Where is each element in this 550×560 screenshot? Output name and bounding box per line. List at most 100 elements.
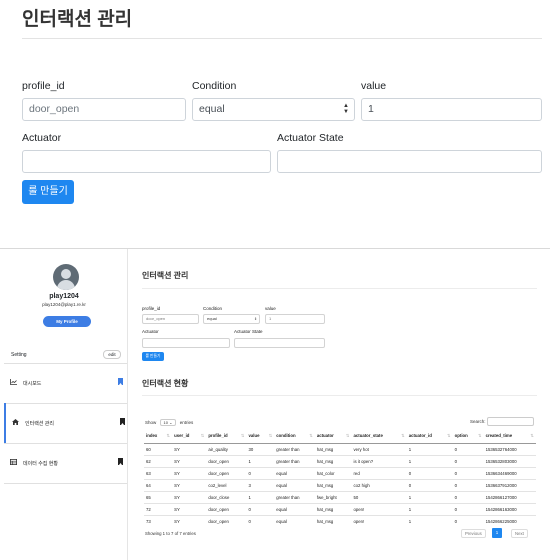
table-row[interactable]: 65 SY door_close 1 greater than fwe_bright 50 1… <box>144 490 536 503</box>
column-header[interactable]: option ⇅ <box>452 430 484 444</box>
bookmark-icon[interactable] <box>118 378 123 385</box>
column-header-label: actuator_id <box>408 433 432 439</box>
table-cell: SY <box>172 490 207 503</box>
table-cell: 72 <box>144 502 173 515</box>
title-divider <box>22 38 542 39</box>
table-cell: 0 <box>452 442 484 455</box>
m-profile-id-input[interactable]: door_open <box>142 314 199 324</box>
create-rule-button[interactable]: 룰 만들기 <box>22 180 74 204</box>
table-cell: 0 <box>246 466 275 479</box>
column-header[interactable]: condition ⇅ <box>274 430 315 444</box>
column-header-label: actuator_state <box>353 433 383 439</box>
table-icon <box>10 459 17 467</box>
table-cell: 73 <box>144 514 173 527</box>
table-cell: 0 <box>452 514 484 527</box>
sidebar-item-interaction[interactable]: 인터랙션 관리 <box>4 403 128 443</box>
table-cell: door_open <box>206 514 247 527</box>
column-header-label: created_time <box>485 433 513 439</box>
sidebar-item-dashboard[interactable]: 대시보드 <box>4 363 128 403</box>
page-title: 인터랙션 관리 <box>22 9 133 30</box>
table-cell: 0 <box>452 478 484 491</box>
sidebar-item-label: 데이터 수집 현황 <box>23 461 58 467</box>
table-cell: co2 high <box>351 478 407 491</box>
avatar-head-icon <box>61 269 71 279</box>
bookmark-icon[interactable] <box>118 458 123 465</box>
table-row[interactable]: 73 SY door_open 0 equal hat_msg open! 1 0 1542866… <box>144 514 536 527</box>
column-header-label: profile_id <box>208 433 228 439</box>
table-row[interactable]: 60 SY air_quality 30 greater than hat_msg very… <box>144 442 536 455</box>
column-header[interactable]: created_time ⇅ <box>483 430 536 444</box>
my-profile-button[interactable]: My Profile <box>43 316 91 327</box>
condition-select-value: equal <box>199 103 225 115</box>
avatar[interactable] <box>53 264 79 290</box>
table-row[interactable]: 64 SY co2_level 3 equal hat_msg co2 high 0 0 1536… <box>144 478 536 491</box>
m-condition-value: equal <box>207 316 217 321</box>
table-cell: red <box>351 466 407 479</box>
column-header[interactable]: actuator ⇅ <box>314 430 352 444</box>
table-cell: hat_msg <box>314 442 352 455</box>
column-header[interactable]: actuator_id ⇅ <box>406 430 453 444</box>
m-value-input[interactable]: 1 <box>265 314 325 324</box>
column-header[interactable]: actuator_state ⇅ <box>351 430 407 444</box>
table-cell: equal <box>274 514 315 527</box>
table-cell: open! <box>351 514 407 527</box>
table-cell: open! <box>351 502 407 515</box>
column-header-label: option <box>454 433 468 439</box>
table-cell: SY <box>172 442 207 455</box>
table-row[interactable]: 62 SY door_open 1 greater than hat_msg is it o… <box>144 454 536 467</box>
table-cell: very hot <box>351 442 407 455</box>
actuator-input[interactable] <box>22 150 271 173</box>
status-title: 인터랙션 현황 <box>142 379 189 388</box>
table-cell: equal <box>274 502 315 515</box>
table-cell: door_close <box>206 490 247 503</box>
table-cell: 0 <box>452 466 484 479</box>
column-header[interactable]: index ⇅ <box>144 430 173 444</box>
table-cell: 1542866127000 <box>483 490 536 503</box>
actuator-state-label: Actuator State <box>277 132 344 144</box>
table-cell: 1 <box>406 454 453 467</box>
table-cell: 1536634469000 <box>483 466 536 479</box>
m-actuator-input[interactable] <box>142 338 230 348</box>
m-create-rule-button[interactable]: 룰 만들기 <box>142 352 164 361</box>
column-header[interactable]: value ⇅ <box>246 430 275 444</box>
entries-select[interactable]: 10 ⌄ <box>159 419 177 426</box>
sort-icon: ⇅ <box>240 433 245 439</box>
table-row[interactable]: 63 SY door_open 0 equal hat_color red 0 0 1536634… <box>144 466 536 479</box>
entries-select-value: 10 <box>163 420 168 425</box>
table-cell: 0 <box>406 478 453 491</box>
next-page-button[interactable]: Next <box>511 529 528 538</box>
previous-page-button[interactable]: Previous <box>461 529 486 538</box>
bookmark-icon[interactable] <box>120 418 125 425</box>
show-entries: Show 10 ⌄ entries <box>145 419 193 426</box>
actuator-state-input[interactable] <box>277 150 542 173</box>
column-header[interactable]: profile_id ⇅ <box>206 430 247 444</box>
table-cell: 1536637912000 <box>483 478 536 491</box>
show-label: Show <box>145 420 157 425</box>
table-cell: greater than <box>274 454 315 467</box>
table-cell: hat_msg <box>314 478 352 491</box>
sidebar-item-data-collection[interactable]: 데이터 수집 현황 <box>4 443 128 483</box>
sort-icon: ⇅ <box>530 433 534 439</box>
table-cell: SY <box>172 502 207 515</box>
setting-label: Setting <box>11 352 27 358</box>
search-label: Search: <box>470 419 486 424</box>
actuator-label: Actuator <box>22 132 62 144</box>
m-actuator-state-input[interactable] <box>234 338 325 348</box>
column-header-label: user_id <box>174 433 190 439</box>
table-cell: 1542866225000 <box>483 514 536 527</box>
table-row[interactable]: 72 SY door_open 0 equal hat_msg open! 1 0 1542866… <box>144 502 536 515</box>
search-input[interactable] <box>487 417 534 426</box>
table-cell: 0 <box>246 514 275 527</box>
value-input[interactable]: 1 <box>361 98 542 121</box>
edit-button[interactable]: edit <box>103 350 121 359</box>
sidebar: play1204 play1204@play1.re.kr My Profile… <box>0 249 128 560</box>
m-condition-select[interactable]: equal ⇕ <box>203 314 260 324</box>
table-header-row: index ⇅ user_id ⇅ profile_id ⇅ value ⇅ condition… <box>144 430 536 444</box>
condition-select[interactable]: equal ▲ ▼ <box>192 98 355 121</box>
sidebar-item-label: 대시보드 <box>23 381 42 387</box>
page-1-button[interactable]: 1 <box>492 528 502 538</box>
table-cell: SY <box>172 514 207 527</box>
column-header[interactable]: user_id ⇅ <box>172 430 207 444</box>
sort-icon: ⇅ <box>268 433 273 439</box>
profile-id-input[interactable]: door_open <box>22 98 186 121</box>
